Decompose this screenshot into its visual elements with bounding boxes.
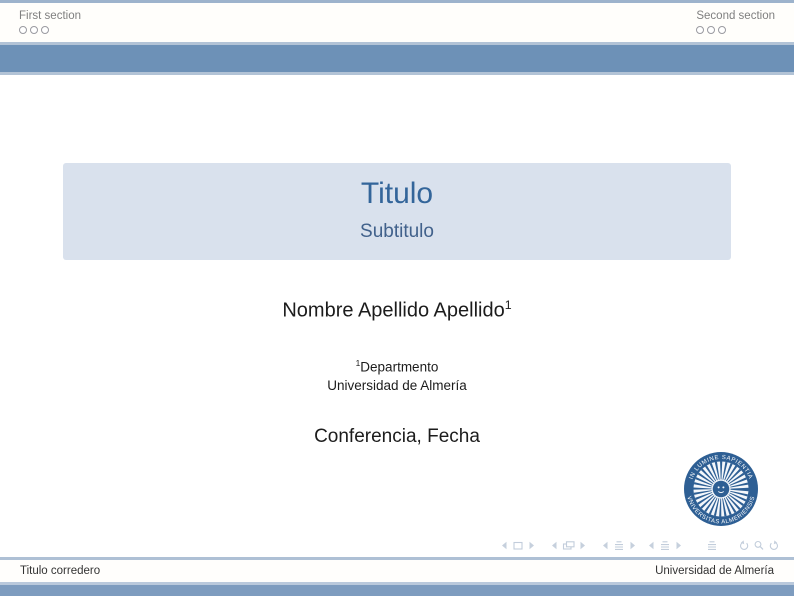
institute-department-line: 1Departmento	[0, 358, 794, 377]
prev-slide-icon[interactable]	[499, 540, 509, 551]
footer-institution: Universidad de Almería	[655, 565, 774, 577]
next-slide-icon[interactable]	[527, 540, 537, 551]
author-name: Nombre Apellido Apellido	[282, 300, 504, 322]
header-navigation-strip: First section Second section	[0, 3, 794, 42]
first-section-nav: First section	[19, 10, 81, 34]
institute-department: Departmento	[360, 360, 438, 375]
subsection-nav-group	[600, 540, 638, 551]
header-color-band	[0, 45, 794, 72]
beamer-navigation-bar	[499, 538, 780, 552]
footer-short-title: Titulo corredero	[20, 565, 100, 577]
slide-dot-icon[interactable]	[707, 26, 715, 34]
footer-strip: Titulo corredero Universidad de Almería	[0, 560, 794, 582]
institute-block: 1Departmento Universidad de Almería	[0, 358, 794, 396]
second-section-nav: Second section	[696, 10, 775, 34]
slide-dot-icon[interactable]	[696, 26, 704, 34]
slide-title: Titulo	[63, 177, 731, 211]
subsection-icon[interactable]	[613, 540, 625, 551]
appendix-icon[interactable]	[706, 540, 718, 551]
back-icon[interactable]	[738, 540, 750, 551]
next-frame-icon[interactable]	[578, 540, 588, 551]
prev-subsection-icon[interactable]	[600, 540, 610, 551]
forward-icon[interactable]	[768, 540, 780, 551]
slide-dot-icon[interactable]	[718, 26, 726, 34]
bottom-accent-bar	[0, 585, 794, 596]
next-subsection-icon[interactable]	[628, 540, 638, 551]
header-separator-bottom	[0, 72, 794, 75]
second-section-slide-dots	[696, 26, 726, 34]
frame-nav-group	[549, 540, 588, 551]
slide-subtitle: Subtitulo	[63, 221, 731, 243]
history-nav-group	[738, 540, 780, 551]
section-nav-group	[646, 540, 684, 551]
slide-dot-icon[interactable]	[19, 26, 27, 34]
author-footnote-mark: 1	[505, 298, 512, 312]
section-link-second[interactable]: Second section	[696, 10, 775, 22]
prev-section-icon[interactable]	[646, 540, 656, 551]
search-icon[interactable]	[753, 540, 765, 551]
conference-date: Conferencia, Fecha	[0, 426, 794, 448]
section-icon[interactable]	[659, 540, 671, 551]
appendix-nav-group	[706, 540, 718, 551]
prev-frame-icon[interactable]	[549, 540, 559, 551]
next-section-icon[interactable]	[674, 540, 684, 551]
frame-icon[interactable]	[562, 540, 575, 551]
slide-dot-icon[interactable]	[41, 26, 49, 34]
slide-icon[interactable]	[512, 540, 524, 551]
institute-university: Universidad de Almería	[0, 377, 794, 396]
first-section-slide-dots	[19, 26, 49, 34]
university-seal-logo: IN LUMINE SAPIENTIA VNIVERSITAS ALMERIEN…	[683, 451, 759, 527]
section-link-first[interactable]: First section	[19, 10, 81, 22]
author-line: Nombre Apellido Apellido1	[0, 298, 794, 323]
beamer-title-slide: First section Second section Titulo Subt…	[0, 0, 794, 596]
slide-nav-group	[499, 540, 537, 551]
title-box: Titulo Subtitulo	[63, 163, 731, 260]
slide-dot-icon[interactable]	[30, 26, 38, 34]
